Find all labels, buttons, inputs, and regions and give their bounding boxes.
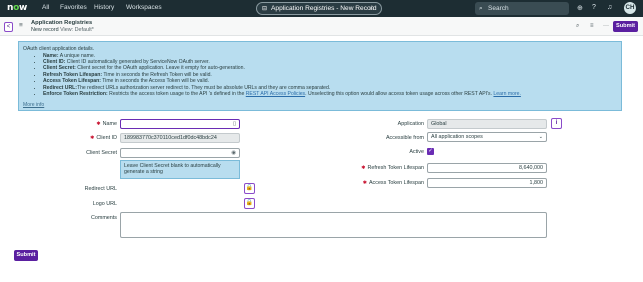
access-token-lifespan-input[interactable]: 1,800 <box>427 178 547 188</box>
comments-textarea[interactable] <box>120 212 547 238</box>
active-label: Active <box>409 149 424 155</box>
access-token-lifespan-label: ✱ Access Token Lifespan <box>362 180 424 186</box>
view-selector[interactable]: View: Default* <box>60 27 94 33</box>
form-header: < ≡ Application Registries New record Vi… <box>0 17 643 36</box>
active-checkbox[interactable]: ✓ <box>427 148 434 155</box>
top-navigation-bar: now All Favorites History Workspaces ⊟ A… <box>0 0 643 17</box>
more-info-link[interactable]: More info <box>23 102 44 108</box>
client-secret-label: Client Secret <box>86 150 117 156</box>
submit-button-top[interactable]: Submit <box>613 21 638 32</box>
info-item-enforce-token: Enforce Token Restriction: Restricts the… <box>43 91 617 97</box>
application-label: Application <box>397 121 424 127</box>
attachment-icon[interactable]: ⌕ <box>576 23 579 30</box>
bell-icon[interactable]: ♫ <box>607 4 612 11</box>
form-menu-icon[interactable]: ≡ <box>19 22 23 29</box>
nav-all[interactable]: All <box>42 4 49 11</box>
suggestion-icon[interactable]: ▯ <box>233 120 236 128</box>
nav-favorites[interactable]: Favorites <box>60 4 87 11</box>
record-icon: ⊟ <box>262 6 268 12</box>
application-field[interactable]: Global <box>427 119 547 129</box>
globe-icon[interactable]: ⊕ <box>577 4 583 12</box>
refresh-token-lifespan-label: ✱ Refresh Token Lifespan <box>361 165 424 171</box>
name-input[interactable]: ▯ <box>120 119 240 129</box>
client-secret-hint: Leave Client Secret blank to automatical… <box>120 160 240 179</box>
rest-api-access-policies-link[interactable]: REST API Access Policies <box>246 91 305 97</box>
settings-sliders-icon[interactable]: ≡ <box>590 23 594 29</box>
required-icon: ✱ <box>361 165 366 171</box>
star-icon[interactable]: ☆ <box>369 3 375 14</box>
search-placeholder: Search <box>488 5 509 12</box>
required-icon: ✱ <box>96 121 101 127</box>
more-options-icon[interactable]: ··· <box>603 23 609 29</box>
refresh-token-lifespan-input[interactable]: 8,640,000 <box>427 163 547 173</box>
record-context-label: Application Registries - New Record <box>271 5 377 12</box>
nav-workspaces[interactable]: Workspaces <box>126 4 162 11</box>
submit-button-bottom[interactable]: Submit <box>14 250 38 261</box>
redirect-url-lock-icon[interactable]: 🔒 <box>244 183 255 194</box>
form-subtitle: New record View: Default* <box>31 27 94 33</box>
required-icon: ✱ <box>362 180 367 186</box>
avatar[interactable]: CH <box>624 2 636 14</box>
accessible-from-label: Accessible from <box>385 135 424 141</box>
search-icon: ⌕ <box>479 5 483 12</box>
servicenow-logo[interactable]: now <box>7 3 27 13</box>
required-icon: ✱ <box>90 135 95 141</box>
form-title: Application Registries <box>31 20 93 26</box>
client-id-field[interactable]: 189983770c370110ced1df0dc48bdc24 <box>120 133 240 143</box>
learn-more-link[interactable]: Learn more. <box>493 91 520 97</box>
record-context-pill[interactable]: ⊟ Application Registries - New Record ☆ <box>256 2 382 15</box>
accessible-from-select[interactable]: All application scopes ⌄ <box>427 132 547 142</box>
logo-url-label: Logo URL <box>92 201 117 207</box>
chevron-down-icon: ⌄ <box>538 134 543 140</box>
back-button[interactable]: < <box>4 22 13 32</box>
name-label: ✱ Name <box>96 121 117 127</box>
nav-history[interactable]: History <box>94 4 114 11</box>
help-icon[interactable]: ? <box>592 4 596 11</box>
redirect-url-label: Redirect URL <box>84 186 117 192</box>
show-secret-icon[interactable]: ◉ <box>231 149 236 157</box>
comments-label: Comments <box>90 215 117 221</box>
info-list: Name: A unique name. Client ID: Client I… <box>23 53 617 98</box>
client-id-label: ✱ Client ID <box>90 135 117 141</box>
application-info-icon[interactable]: i <box>551 118 562 129</box>
logo-url-lock-icon[interactable]: 🔒 <box>244 198 255 209</box>
client-secret-input[interactable]: ◉ <box>120 148 240 158</box>
global-search-input[interactable]: ⌕ Search <box>475 2 569 15</box>
info-message-box: OAuth client application details. Name: … <box>18 41 622 111</box>
